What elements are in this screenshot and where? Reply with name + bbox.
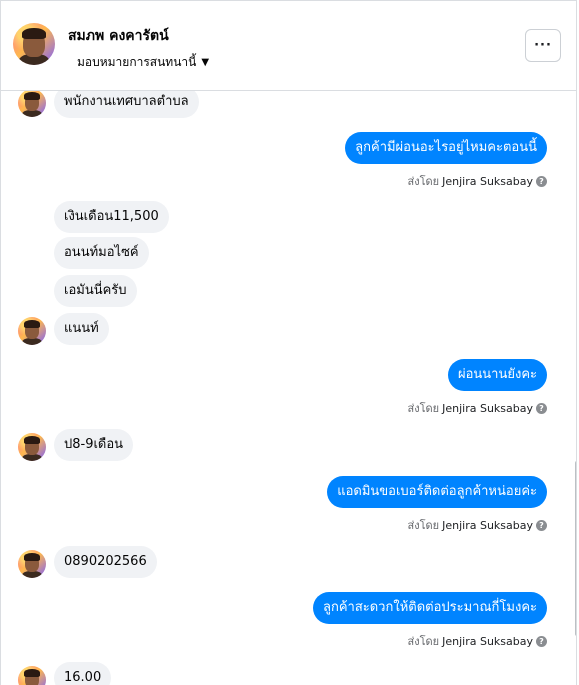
contact-avatar[interactable] [13, 23, 55, 65]
incoming-message: อนนท์มอไซค์ [54, 237, 149, 269]
question-icon[interactable]: ? [536, 635, 547, 647]
assign-label: มอบหมายการสนทนานี้ [77, 55, 197, 69]
avatar [18, 91, 46, 117]
sent-by-agent: Jenjira Suksabay [442, 401, 533, 415]
avatar [18, 433, 46, 461]
more-options-button[interactable]: ··· [525, 29, 561, 62]
avatar [18, 666, 46, 685]
question-icon[interactable]: ? [536, 175, 547, 187]
outgoing-message: ผ่อนนานยังคะ [447, 359, 547, 391]
caret-down-icon: ▼ [201, 57, 210, 68]
sent-by-label: ส่งโดย Jenjira Suksabay ? [408, 399, 547, 417]
conversation-panel: สมภพ คงคารัตน์ มอบหมายการสนทนานี้ ▼ ··· … [0, 0, 577, 685]
avatar [18, 550, 46, 578]
scrollbar[interactable] [575, 461, 576, 636]
incoming-message: 16.00 [54, 662, 112, 685]
outgoing-message: ลูกค้ามีผ่อนอะไรอยู่ไหมคะตอนนี้ [345, 132, 547, 164]
sent-by-agent: Jenjira Suksabay [442, 174, 533, 188]
sent-by-agent: Jenjira Suksabay [442, 518, 533, 532]
incoming-message: เอมันนี่ครับ [54, 275, 137, 307]
outgoing-message: แอดมินขอเบอร์ติดต่อลูกค้าหน่อยค่ะ [327, 476, 547, 508]
message-list: พนักงานเทศบาลตำบล ลูกค้ามีผ่อนอะไรอยู่ไห… [1, 91, 576, 685]
sent-by-label: ส่งโดย Jenjira Suksabay ? [408, 172, 547, 190]
question-icon[interactable]: ? [536, 519, 547, 531]
outgoing-message: ลูกค้าสะดวกให้ติดต่อประมาณกี่โมงคะ [312, 592, 547, 624]
assign-conversation-dropdown[interactable]: มอบหมายการสนทนานี้ ▼ [77, 53, 209, 72]
incoming-message: แนนท์ [54, 313, 109, 345]
incoming-message: 0890202566 [54, 546, 157, 578]
sent-by-prefix: ส่งโดย [407, 175, 440, 188]
incoming-message: ป8-9เดือน [54, 429, 134, 461]
sent-by-label: ส่งโดย Jenjira Suksabay ? [408, 516, 547, 534]
conversation-header: สมภพ คงคารัตน์ มอบหมายการสนทนานี้ ▼ ··· [1, 1, 576, 91]
incoming-message: พนักงานเทศบาลตำบล [54, 91, 199, 118]
incoming-message: เงินเดือน11,500 [54, 201, 169, 233]
sent-by-label: ส่งโดย Jenjira Suksabay ? [408, 632, 547, 650]
sent-by-prefix: ส่งโดย [407, 519, 440, 532]
contact-name[interactable]: สมภพ คงคารัตน์ [68, 25, 169, 47]
question-icon[interactable]: ? [536, 402, 547, 414]
avatar [18, 317, 46, 345]
sent-by-prefix: ส่งโดย [407, 635, 440, 648]
sent-by-agent: Jenjira Suksabay [442, 634, 533, 648]
sent-by-prefix: ส่งโดย [407, 402, 440, 415]
